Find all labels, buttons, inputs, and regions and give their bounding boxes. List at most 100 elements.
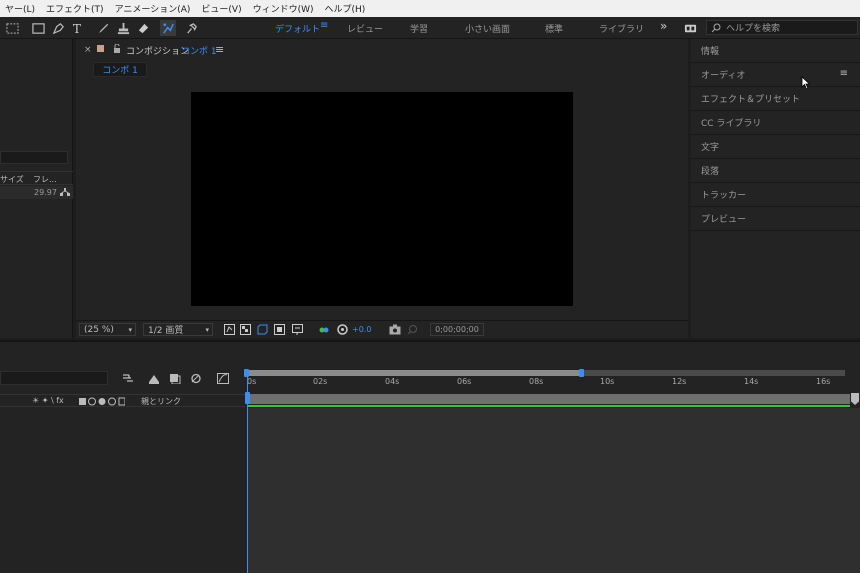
marquee-tool-icon[interactable] bbox=[4, 20, 20, 36]
exposure-value[interactable]: +0.0 bbox=[352, 325, 371, 334]
render-cache-line bbox=[247, 405, 850, 407]
search-icon bbox=[711, 23, 721, 32]
panel-audio-label: オーディオ bbox=[701, 71, 746, 81]
composition-controls: (25 %) ▾ 1/2 画質 ▾ +0.0 0;00;00;00 bbox=[76, 320, 688, 338]
time-ruler[interactable]: 0s 02s 04s 06s 08s 10s 12s 14s 16s bbox=[247, 377, 847, 393]
workspace-libraries[interactable]: ライブラリ bbox=[599, 22, 644, 35]
tick-label: 16s bbox=[816, 377, 831, 386]
rectangle-tool-icon[interactable] bbox=[30, 20, 46, 36]
help-search-input[interactable]: ヘルプを検索 bbox=[706, 20, 858, 35]
project-panel: サイズ フレ... 29.97 bbox=[0, 39, 73, 338]
sync-settings-icon[interactable] bbox=[682, 20, 698, 36]
panel-info[interactable]: 情報 bbox=[691, 39, 860, 63]
panel-paragraph[interactable]: 段落 bbox=[691, 159, 860, 183]
panel-tracker[interactable]: トラッカー bbox=[691, 183, 860, 207]
mask-visibility-icon[interactable] bbox=[257, 324, 268, 335]
project-row[interactable]: 29.97 bbox=[0, 186, 73, 199]
puppet-pin-tool-icon[interactable] bbox=[183, 20, 199, 36]
timeline-end-marker[interactable] bbox=[851, 393, 859, 405]
column-frame[interactable]: フレ... bbox=[33, 174, 57, 185]
snapshot-camera-icon[interactable] bbox=[389, 324, 401, 335]
tick-label: 14s bbox=[744, 377, 759, 386]
timeline-track-area[interactable] bbox=[247, 408, 860, 573]
workspace-overflow-icon[interactable]: » bbox=[660, 19, 667, 33]
project-column-header: サイズ フレ... bbox=[0, 171, 73, 185]
right-panel: 情報 オーディオ ≡ エフェクト＆プリセット CC ライブラリ 文字 段落 トラ… bbox=[691, 39, 860, 338]
tick-label: 10s bbox=[600, 377, 615, 386]
workspace-learn[interactable]: 学習 bbox=[410, 22, 428, 35]
layer-switches-more-icons[interactable] bbox=[79, 397, 125, 406]
workspace-small-screen[interactable]: 小さい画面 bbox=[465, 22, 510, 35]
brush-tool-icon[interactable] bbox=[95, 20, 111, 36]
zoom-dropdown[interactable]: (25 %) ▾ bbox=[79, 323, 136, 336]
composition-flow-icon[interactable] bbox=[60, 188, 70, 197]
resolution-value: 1/2 画質 bbox=[148, 326, 184, 336]
lock-icon[interactable] bbox=[113, 44, 121, 53]
panel-audio[interactable]: オーディオ ≡ bbox=[691, 63, 860, 90]
panel-menu-icon[interactable]: ≡ bbox=[215, 43, 224, 56]
search-placeholder: ヘルプを検索 bbox=[726, 24, 781, 34]
work-area-end-handle[interactable] bbox=[579, 369, 584, 377]
fast-previews-icon[interactable] bbox=[224, 324, 235, 335]
tick-label: 12s bbox=[672, 377, 687, 386]
grid-guides-icon[interactable] bbox=[292, 324, 304, 335]
chevron-down-icon: ▾ bbox=[128, 325, 132, 334]
panel-character[interactable]: 文字 bbox=[691, 135, 860, 159]
zoom-value: (25 %) bbox=[84, 324, 114, 335]
menu-effect[interactable]: エフェクト(T) bbox=[41, 2, 110, 15]
layer-switches-header: ☀ ✦ \ fx 親とリンク bbox=[0, 394, 245, 407]
transparency-grid-icon[interactable] bbox=[240, 324, 251, 335]
panel-cc-libraries[interactable]: CC ライブラリ bbox=[691, 111, 860, 135]
menu-view[interactable]: ビュー(V) bbox=[196, 2, 247, 15]
channel-icon[interactable] bbox=[319, 324, 330, 335]
menu-bar: ヤー(L) エフェクト(T) アニメーション(A) ビュー(V) ウィンドウ(W… bbox=[0, 0, 860, 17]
composition-tab[interactable]: コンポ 1 bbox=[93, 62, 147, 77]
roto-brush-tool-icon[interactable] bbox=[160, 20, 176, 36]
graph-editor-icon[interactable] bbox=[217, 373, 229, 384]
work-area-bar[interactable] bbox=[247, 370, 581, 376]
composition-mini-flowchart-icon[interactable] bbox=[122, 373, 134, 384]
tick-label: 0s bbox=[247, 377, 257, 386]
pen-tool-icon[interactable] bbox=[50, 20, 66, 36]
workspace-default[interactable]: デフォルト bbox=[275, 22, 320, 35]
workspace-menu-icon[interactable]: ≡ bbox=[320, 20, 328, 31]
menu-help[interactable]: ヘルプ(H) bbox=[320, 2, 372, 15]
tick-label: 04s bbox=[385, 377, 400, 386]
clone-stamp-tool-icon[interactable] bbox=[115, 20, 131, 36]
workspace-standard[interactable]: 標準 bbox=[545, 22, 563, 35]
project-search-field[interactable] bbox=[0, 151, 68, 164]
menu-window[interactable]: ウィンドウ(W) bbox=[248, 2, 320, 15]
tick-label: 06s bbox=[457, 377, 472, 386]
shy-layers-icon[interactable] bbox=[148, 373, 160, 384]
resolution-dropdown[interactable]: 1/2 画質 ▾ bbox=[143, 323, 213, 336]
composition-panel-title: コンポジション bbox=[126, 47, 190, 57]
region-of-interest-icon[interactable] bbox=[274, 324, 285, 335]
playhead-line[interactable] bbox=[247, 370, 248, 573]
svg-text:T: T bbox=[72, 22, 80, 35]
parent-link-column[interactable]: 親とリンク bbox=[141, 396, 181, 407]
column-size[interactable]: サイズ bbox=[0, 174, 24, 185]
close-tab-icon[interactable]: × bbox=[84, 45, 92, 55]
composition-panel: × コンポジション コンポ 1 ≡ コンポ 1 (25 %) ▾ 1/2 画質 … bbox=[76, 39, 688, 338]
show-snapshot-icon[interactable] bbox=[407, 324, 418, 335]
composition-name[interactable]: コンポ 1 bbox=[181, 44, 217, 57]
row-framerate: 29.97 bbox=[34, 188, 57, 197]
panel-preview[interactable]: プレビュー bbox=[691, 207, 860, 231]
eraser-tool-icon[interactable] bbox=[135, 20, 151, 36]
motion-blur-icon[interactable] bbox=[190, 373, 202, 384]
frame-blending-icon[interactable] bbox=[169, 373, 181, 384]
text-tool-icon[interactable]: T bbox=[70, 20, 86, 36]
composition-viewer[interactable] bbox=[191, 92, 573, 306]
color-management-icon[interactable] bbox=[337, 324, 348, 335]
chevron-down-icon: ▾ bbox=[205, 325, 209, 334]
menu-layer[interactable]: ヤー(L) bbox=[0, 2, 41, 15]
workspace-review[interactable]: レビュー bbox=[347, 22, 383, 35]
layer-switches-icons[interactable]: ☀ ✦ \ fx bbox=[32, 396, 64, 405]
panel-effects-presets[interactable]: エフェクト＆プリセット bbox=[691, 87, 860, 111]
timeline-panel: ☀ ✦ \ fx 親とリンク 0s 02s 04s 06s 08s 10s 12… bbox=[0, 340, 860, 573]
timeline-search-field[interactable] bbox=[0, 371, 108, 385]
timecode-field[interactable]: 0;00;00;00 bbox=[430, 323, 484, 336]
panel-menu-icon[interactable]: ≡ bbox=[840, 68, 848, 79]
composition-duration-bar[interactable] bbox=[247, 394, 850, 404]
menu-animation[interactable]: アニメーション(A) bbox=[110, 2, 197, 15]
